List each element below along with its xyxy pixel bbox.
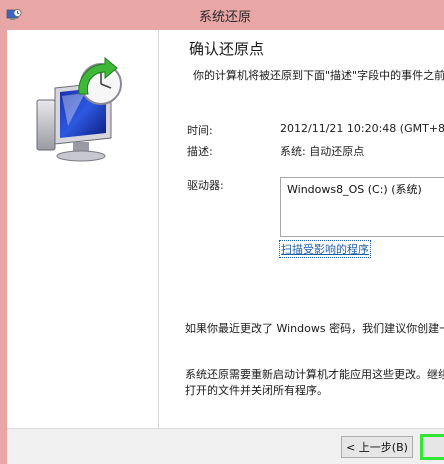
password-note: 如果你最近更改了 Windows 密码，我们建议你创建一: [185, 322, 444, 335]
time-value: 2012/11/21 10:20:48 (GMT+8:00): [280, 122, 444, 135]
scan-affected-programs-link[interactable]: 扫描受影响的程序: [279, 240, 371, 258]
time-label: 时间:: [187, 124, 213, 137]
description-value: 系统: 自动还原点: [280, 145, 365, 158]
confirm-restore-point-content: 确认还原点 你的计算机将被还原到下面"描述"字段中的事件之前所 时间: 2012…: [167, 30, 444, 428]
back-button[interactable]: < 上一步(B): [341, 436, 413, 458]
drives-label: 驱动器:: [187, 179, 224, 192]
left-illustration-pane: [7, 30, 159, 428]
restart-note: 系统还原需要重新启动计算机才能应用这些更改。继续 打开的文件并关闭所有程序。: [185, 367, 444, 399]
restart-note-line-1: 系统还原需要重新启动计算机才能应用这些更改。继续: [185, 368, 444, 381]
description-label: 描述:: [187, 145, 213, 158]
drives-list[interactable]: Windows8_OS (C:) (系统): [280, 177, 444, 237]
restart-note-line-2: 打开的文件并关闭所有程序。: [185, 384, 328, 397]
window-title: 系统还原: [198, 10, 251, 25]
computer-clock-restore-icon: [35, 56, 135, 166]
list-item[interactable]: Windows8_OS (C:) (系统): [287, 181, 422, 197]
dialog-footer: < 上一步(B): [7, 428, 444, 464]
title-bar: 系统还原: [0, 0, 444, 30]
page-heading: 确认还原点: [189, 40, 265, 58]
dialog-client-area: 确认还原点 你的计算机将被还原到下面"描述"字段中的事件之前所 时间: 2012…: [7, 30, 444, 464]
next-button[interactable]: [420, 434, 444, 460]
intro-text: 你的计算机将被还原到下面"描述"字段中的事件之前所: [193, 69, 444, 82]
system-restore-window: 系统还原 确认还原点 你的计算机将被还原到下面"描述"字段中的事件之前所 时间:…: [0, 0, 444, 464]
